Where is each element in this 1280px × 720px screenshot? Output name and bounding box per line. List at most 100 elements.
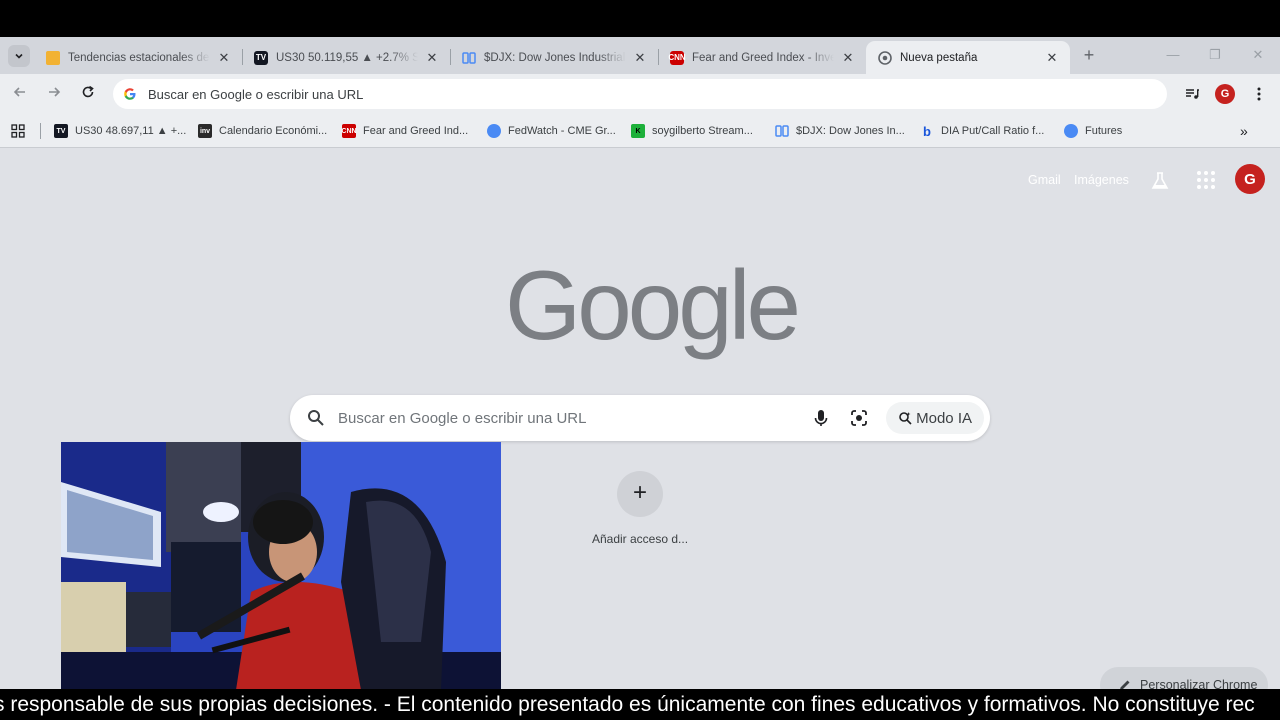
bookmark-calendario[interactable]: inv Calendario Económi... xyxy=(198,123,327,139)
forward-button[interactable] xyxy=(44,84,64,104)
cnn-icon: CNN xyxy=(341,124,357,138)
chrome-icon xyxy=(878,50,892,65)
pencil-icon xyxy=(1120,680,1130,689)
tab-title: Tendencias estacionales del xyxy=(68,51,210,64)
reload-button[interactable] xyxy=(78,84,98,104)
ai-mode-button[interactable]: Modo IA xyxy=(886,402,984,434)
arrow-left-icon xyxy=(13,87,25,97)
bookmark-futures[interactable]: Futures xyxy=(1064,123,1122,139)
ticker-text: s responsable de sus propias decisiones.… xyxy=(0,693,1255,716)
bookmark-label: Futures xyxy=(1085,125,1123,137)
arrow-right-icon xyxy=(49,87,61,97)
video-top-bar xyxy=(0,0,1280,37)
bookmark-label: $DJX: Dow Jones In... xyxy=(796,125,905,137)
new-tab-button[interactable]: + xyxy=(1080,46,1098,64)
bookmark-label: Fear and Greed Ind... xyxy=(363,125,469,137)
futures-icon xyxy=(1064,124,1078,138)
tradingview-icon: TV xyxy=(254,50,268,65)
microphone-icon[interactable] xyxy=(810,407,832,429)
double-chevron-right-icon: » xyxy=(1240,123,1248,139)
bookmarks-bar: TV US30 48.697,11 ▲ +... inv Calendario … xyxy=(0,114,1280,148)
google-apps-button[interactable] xyxy=(1195,169,1215,189)
images-link[interactable]: Imágenes xyxy=(1074,173,1129,187)
google-lens-icon[interactable] xyxy=(848,407,870,429)
tab-tendencias[interactable]: Tendencias estacionales del ✕ xyxy=(34,41,242,74)
tab-title: $DJX: Dow Jones Industrials xyxy=(484,51,626,64)
bookmark-djx[interactable]: $DJX: Dow Jones In... xyxy=(775,123,905,139)
bookmark-label: US30 48.697,11 ▲ +... xyxy=(75,125,187,137)
minimize-button[interactable]: — xyxy=(1163,47,1183,62)
ai-search-icon xyxy=(899,412,912,425)
apps-shortcut-button[interactable] xyxy=(11,123,25,139)
close-icon[interactable]: ✕ xyxy=(632,50,648,66)
bookmark-us30[interactable]: TV US30 48.697,11 ▲ +... xyxy=(54,123,186,139)
apps-dot xyxy=(1204,171,1208,175)
apps-grid-icon xyxy=(11,124,25,138)
window-close-button[interactable]: ✕ xyxy=(1248,47,1268,63)
chart-icon xyxy=(775,124,789,138)
tab-us30[interactable]: TV US30 50.119,55 ▲ +2.7% Sin ✕ xyxy=(242,41,450,74)
bookmark-fedwatch[interactable]: FedWatch - CME Gr... xyxy=(487,123,616,139)
google-g-icon xyxy=(124,88,136,100)
bookmark-label: Calendario Económi... xyxy=(219,125,328,137)
disclaimer-ticker: s responsable de sus propias decisiones.… xyxy=(0,689,1280,720)
bookmark-dia-put-call[interactable]: b DIA Put/Call Ratio f... xyxy=(920,123,1044,139)
close-icon[interactable]: ✕ xyxy=(1044,50,1060,66)
back-button[interactable] xyxy=(10,84,30,104)
kick-icon: K xyxy=(631,124,645,138)
menu-button[interactable] xyxy=(1249,84,1269,104)
account-avatar[interactable]: G xyxy=(1235,164,1265,194)
gmail-link[interactable]: Gmail xyxy=(1028,173,1061,187)
labs-flask-icon[interactable] xyxy=(1150,171,1170,191)
cnn-icon: CNN xyxy=(668,50,686,65)
search-icon xyxy=(308,410,324,426)
investing-icon: inv xyxy=(198,124,212,138)
kebab-menu-icon xyxy=(1257,87,1261,101)
apps-dot xyxy=(1197,178,1201,182)
profile-button[interactable]: G xyxy=(1215,84,1235,104)
tab-nueva-pestana[interactable]: Nueva pestaña ✕ xyxy=(866,41,1070,74)
search-placeholder: Buscar en Google o escribir una URL xyxy=(338,409,587,427)
tab-title: Fear and Greed Index - Inve xyxy=(692,51,834,64)
add-shortcut-label[interactable]: Añadir acceso d... xyxy=(580,532,700,546)
tab-strip: Tendencias estacionales del ✕ TV US30 50… xyxy=(0,37,1280,74)
apps-dot xyxy=(1211,178,1215,182)
barchart-b-icon: b xyxy=(923,123,931,139)
customize-label: Personalizar Chrome xyxy=(1140,678,1258,689)
ai-mode-label: Modo IA xyxy=(916,409,972,427)
globe-icon xyxy=(487,124,501,138)
maximize-button[interactable]: ❐ xyxy=(1205,47,1225,63)
tradingview-icon: TV xyxy=(54,124,68,138)
media-queue-icon xyxy=(1186,89,1199,99)
media-controls-button[interactable] xyxy=(1182,84,1202,104)
webcam-overlay xyxy=(61,442,501,690)
close-icon[interactable]: ✕ xyxy=(840,50,856,66)
apps-dot xyxy=(1197,171,1201,175)
bookmark-label: soygilberto Stream... xyxy=(652,125,753,137)
close-icon[interactable]: ✕ xyxy=(216,50,232,66)
reload-icon xyxy=(82,85,94,98)
more-bookmarks-button[interactable]: » xyxy=(1240,123,1248,139)
chevron-down-icon xyxy=(15,53,23,59)
address-bar[interactable]: Buscar en Google o escribir una URL xyxy=(113,79,1167,109)
tab-title: Nueva pestaña xyxy=(900,51,978,64)
bookmarks-divider xyxy=(40,123,41,139)
add-shortcut-button[interactable]: + xyxy=(617,471,663,517)
bookmark-fear-greed[interactable]: CNN Fear and Greed Ind... xyxy=(341,123,469,139)
ntp-search-box[interactable]: Buscar en Google o escribir una URL Modo… xyxy=(290,395,990,441)
tab-search-button[interactable] xyxy=(8,45,30,67)
close-icon[interactable]: ✕ xyxy=(424,50,440,66)
apps-dot xyxy=(1211,185,1215,189)
bookmark-label: DIA Put/Call Ratio f... xyxy=(941,125,1045,137)
bookmark-label: FedWatch - CME Gr... xyxy=(508,125,616,137)
chart-icon xyxy=(462,51,476,65)
google-logo: Google xyxy=(505,250,801,360)
customize-chrome-button[interactable]: Personalizar Chrome xyxy=(1100,667,1268,689)
toolbar: Buscar en Google o escribir una URL G xyxy=(0,74,1280,114)
tab-djx[interactable]: $DJX: Dow Jones Industrials ✕ xyxy=(450,41,658,74)
apps-dot xyxy=(1197,185,1201,189)
apps-dot xyxy=(1211,171,1215,175)
bookmark-soygilberto[interactable]: K soygilberto Stream... xyxy=(631,123,753,139)
avatar: G xyxy=(1215,84,1235,104)
tab-fear-greed[interactable]: CNN Fear and Greed Index - Inve ✕ xyxy=(658,41,866,74)
